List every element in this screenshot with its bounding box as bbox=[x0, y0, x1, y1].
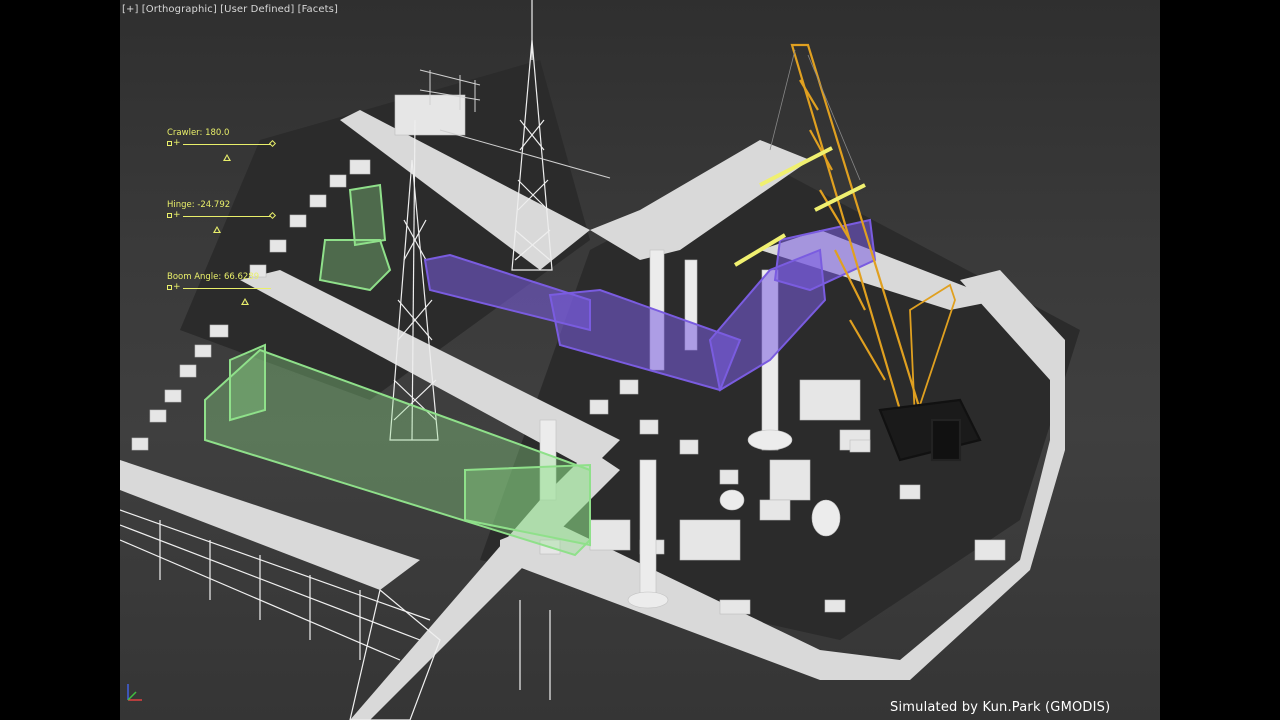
boom-angle-slider-track[interactable]: + bbox=[167, 282, 287, 305]
square-icon bbox=[167, 285, 172, 290]
diamond-icon bbox=[268, 211, 277, 220]
viewport-view-menu[interactable]: [Orthographic] bbox=[142, 4, 217, 15]
boom-angle-slider-label: Boom Angle: 66.6289 bbox=[167, 272, 260, 282]
square-icon bbox=[167, 141, 172, 146]
square-icon bbox=[167, 213, 172, 218]
plus-icon: + bbox=[173, 138, 181, 148]
credit-caption: Simulated by Kun.Park (GMODIS) bbox=[890, 700, 1111, 715]
orthographic-viewport[interactable]: [+] [Orthographic] [User Defined] [Facet… bbox=[120, 0, 1160, 720]
hinge-slider-track[interactable]: + bbox=[167, 210, 287, 233]
diamond-icon bbox=[268, 139, 277, 148]
viewport-menu-plus[interactable]: [+] bbox=[122, 4, 138, 15]
viewport-label[interactable]: [+] [Orthographic] [User Defined] [Facet… bbox=[122, 4, 338, 15]
triangle-icon[interactable] bbox=[223, 154, 231, 161]
plus-icon: + bbox=[173, 282, 181, 292]
viewport-shading-menu[interactable]: [User Defined] bbox=[220, 4, 294, 15]
slider-line bbox=[183, 216, 271, 217]
boom-angle-slider[interactable]: Boom Angle: 66.6289 + bbox=[167, 272, 287, 305]
slider-line bbox=[183, 144, 271, 145]
slider-line bbox=[183, 288, 271, 289]
axis-gizmo-icon bbox=[127, 684, 142, 701]
letterbox-right bbox=[1160, 0, 1280, 720]
triangle-icon[interactable] bbox=[241, 298, 249, 305]
triangle-icon[interactable] bbox=[213, 226, 221, 233]
plus-icon: + bbox=[173, 210, 181, 220]
crawler-slider-label: Crawler: 180.0 bbox=[167, 128, 230, 138]
viewport-style-menu[interactable]: [Facets] bbox=[298, 4, 338, 15]
hinge-slider-label: Hinge: -24.792 bbox=[167, 200, 231, 210]
hinge-slider[interactable]: Hinge: -24.792 + bbox=[167, 200, 287, 233]
letterbox-left bbox=[0, 0, 120, 720]
plant-scene bbox=[120, 0, 1080, 720]
crawler-slider-track[interactable]: + bbox=[167, 138, 287, 161]
crawler-slider[interactable]: Crawler: 180.0 + bbox=[167, 128, 287, 161]
